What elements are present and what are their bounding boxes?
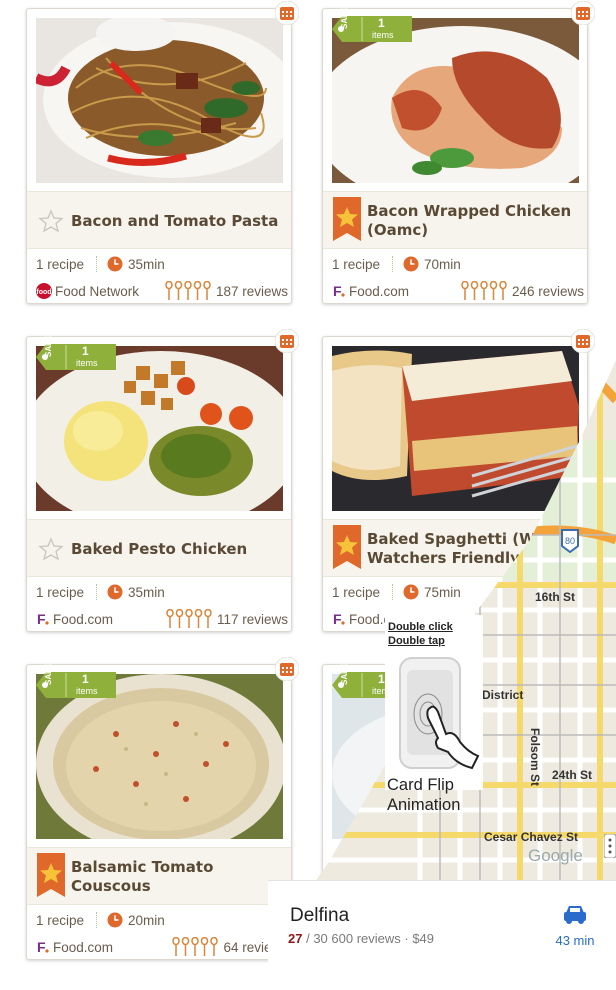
phone-tap-icon bbox=[399, 657, 480, 770]
rating-scale: / 30 bbox=[306, 931, 328, 946]
place-info-bar[interactable]: Delfina 27 / 30 600 reviews · $49 43 min bbox=[268, 880, 616, 968]
place-details: 27 / 30 600 reviews · $49 bbox=[288, 931, 434, 946]
double-tap-hint[interactable]: Double tap bbox=[388, 634, 482, 648]
review-price: 600 reviews · $49 bbox=[331, 931, 435, 946]
map-logo: Google bbox=[528, 846, 583, 865]
street-label: 24th St bbox=[552, 768, 593, 782]
place-name[interactable]: Delfina bbox=[290, 905, 349, 927]
car-icon bbox=[564, 906, 586, 924]
district-label: District bbox=[482, 688, 524, 702]
street-label: Folsom St bbox=[528, 728, 542, 787]
double-click-hint[interactable]: Double click bbox=[388, 620, 482, 634]
more-options-icon[interactable] bbox=[604, 834, 616, 858]
card-flip-label: Card Flip Animation bbox=[387, 776, 461, 814]
directions-button[interactable]: 43 min bbox=[550, 903, 600, 948]
travel-time: 43 min bbox=[555, 933, 595, 948]
rating-score: 27 bbox=[288, 931, 303, 946]
highway-shield-label: 80 bbox=[565, 536, 575, 546]
street-label: Cesar Chavez St bbox=[484, 830, 579, 844]
map-flip-overlay: 80 16th St District Folsom St 24th St Ce… bbox=[0, 0, 616, 990]
gesture-hint: Double click Double tap bbox=[388, 620, 482, 648]
street-label: 16th St bbox=[535, 590, 576, 604]
